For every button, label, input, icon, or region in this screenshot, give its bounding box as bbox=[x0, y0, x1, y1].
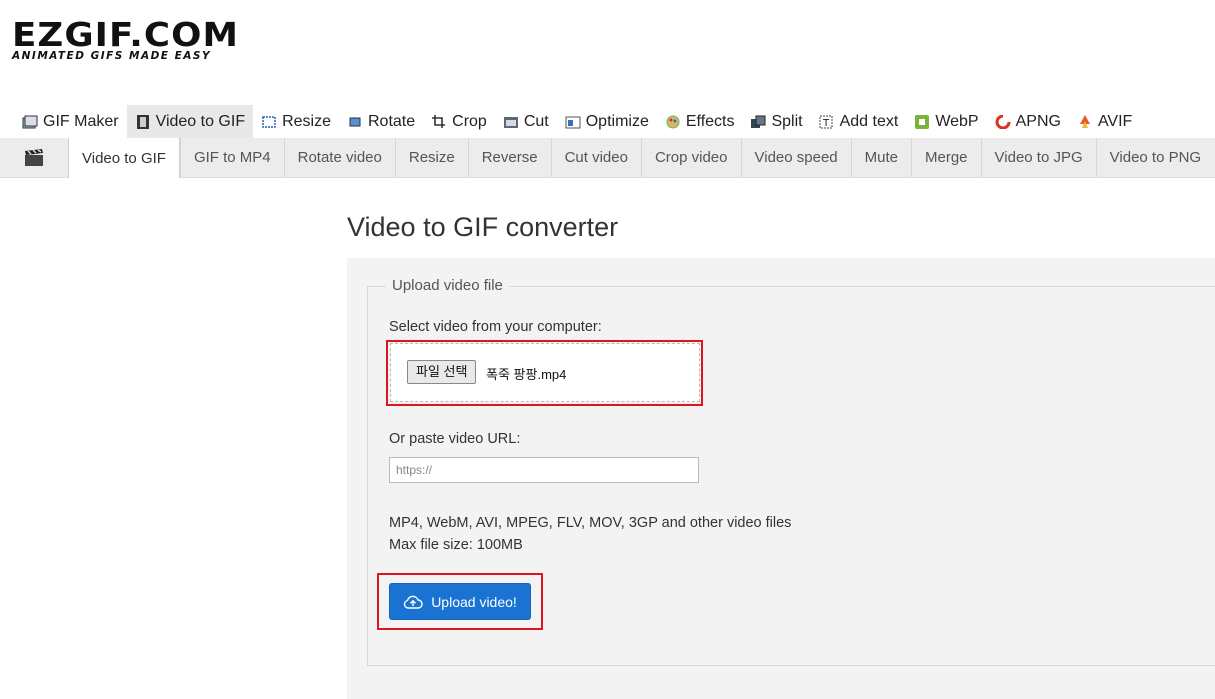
subnav-reverse[interactable]: Reverse bbox=[467, 138, 551, 177]
nav-label: GIF Maker bbox=[43, 112, 119, 130]
subnav-resize[interactable]: Resize bbox=[394, 138, 468, 177]
nav-add-text[interactable]: T Add text bbox=[811, 105, 907, 138]
clapperboard-icon bbox=[0, 138, 68, 177]
optimize-icon bbox=[565, 116, 581, 128]
url-label: Or paste video URL: bbox=[389, 431, 521, 447]
subnav-video-to-jpg[interactable]: Video to JPG bbox=[980, 138, 1096, 177]
subnav-video-to-gif[interactable]: Video to GIF bbox=[68, 138, 180, 178]
nav-optimize[interactable]: Optimize bbox=[557, 105, 657, 138]
nav-avif[interactable]: AVIF bbox=[1069, 105, 1140, 138]
top-nav: GIF Maker Video to GIF Resize Rotate Cro… bbox=[14, 105, 1140, 138]
subnav-cut-video[interactable]: Cut video bbox=[550, 138, 641, 177]
subnav-video-speed[interactable]: Video speed bbox=[740, 138, 851, 177]
video-url-input[interactable] bbox=[389, 457, 699, 483]
nav-webp[interactable]: WebP bbox=[906, 105, 986, 138]
logo[interactable]: EZGIF.COM ANIMATED GIFS MADE EASY bbox=[12, 18, 238, 63]
avif-icon bbox=[1079, 114, 1090, 128]
effects-icon bbox=[666, 115, 680, 128]
nav-gif-maker[interactable]: GIF Maker bbox=[14, 105, 127, 138]
split-icon bbox=[751, 115, 766, 128]
nav-label: Split bbox=[771, 112, 803, 130]
select-file-label: Select video from your computer: bbox=[389, 319, 602, 335]
upload-button-highlight bbox=[377, 573, 543, 630]
nav-label: Video to GIF bbox=[155, 112, 246, 130]
resize-icon bbox=[262, 115, 276, 128]
upload-panel: Upload video file Select video from your… bbox=[347, 258, 1215, 699]
nav-apng[interactable]: APNG bbox=[987, 105, 1069, 138]
nav-label: Resize bbox=[282, 112, 331, 130]
file-input-highlight bbox=[386, 340, 703, 406]
subnav-merge[interactable]: Merge bbox=[911, 138, 981, 177]
nav-label: WebP bbox=[935, 112, 979, 130]
apng-icon bbox=[995, 114, 1011, 129]
subnav-mute[interactable]: Mute bbox=[850, 138, 911, 177]
nav-label: Cut bbox=[523, 112, 549, 130]
logo-text: EZGIF.COM bbox=[12, 15, 240, 54]
nav-cut[interactable]: Cut bbox=[495, 105, 557, 138]
gif-maker-icon bbox=[22, 115, 38, 128]
page-title: Video to GIF converter bbox=[347, 212, 619, 242]
nav-resize[interactable]: Resize bbox=[253, 105, 339, 138]
nav-effects[interactable]: Effects bbox=[657, 105, 743, 138]
max-size-text: Max file size: 100MB bbox=[389, 537, 523, 553]
rotate-icon bbox=[349, 117, 361, 126]
nav-split[interactable]: Split bbox=[742, 105, 810, 138]
nav-label: APNG bbox=[1015, 112, 1061, 130]
formats-text: MP4, WebM, AVI, MPEG, FLV, MOV, 3GP and … bbox=[389, 515, 792, 531]
nav-label: AVIF bbox=[1097, 112, 1133, 130]
subnav-rotate-video[interactable]: Rotate video bbox=[283, 138, 395, 177]
nav-crop[interactable]: Crop bbox=[423, 105, 495, 138]
nav-label: Add text bbox=[839, 112, 899, 130]
cut-icon bbox=[503, 116, 518, 128]
video-subnav: Video to GIF GIF to MP4 Rotate video Res… bbox=[0, 138, 1215, 178]
nav-video-to-gif[interactable]: Video to GIF bbox=[126, 105, 254, 138]
fieldset-legend: Upload video file bbox=[386, 277, 509, 294]
subnav-gif-to-mp4[interactable]: GIF to MP4 bbox=[179, 138, 284, 177]
film-icon bbox=[136, 114, 149, 129]
nav-label: Crop bbox=[452, 112, 487, 130]
webp-icon bbox=[915, 114, 930, 129]
subnav-video-to-png[interactable]: Video to PNG bbox=[1095, 138, 1214, 177]
nav-label: Rotate bbox=[368, 112, 416, 130]
subnav-crop-video[interactable]: Crop video bbox=[640, 138, 741, 177]
nav-rotate[interactable]: Rotate bbox=[339, 105, 423, 138]
crop-icon bbox=[432, 114, 446, 128]
svg-text:T: T bbox=[822, 118, 830, 129]
add-text-icon: T bbox=[819, 115, 833, 129]
nav-label: Optimize bbox=[585, 112, 649, 130]
nav-label: Effects bbox=[685, 112, 735, 130]
